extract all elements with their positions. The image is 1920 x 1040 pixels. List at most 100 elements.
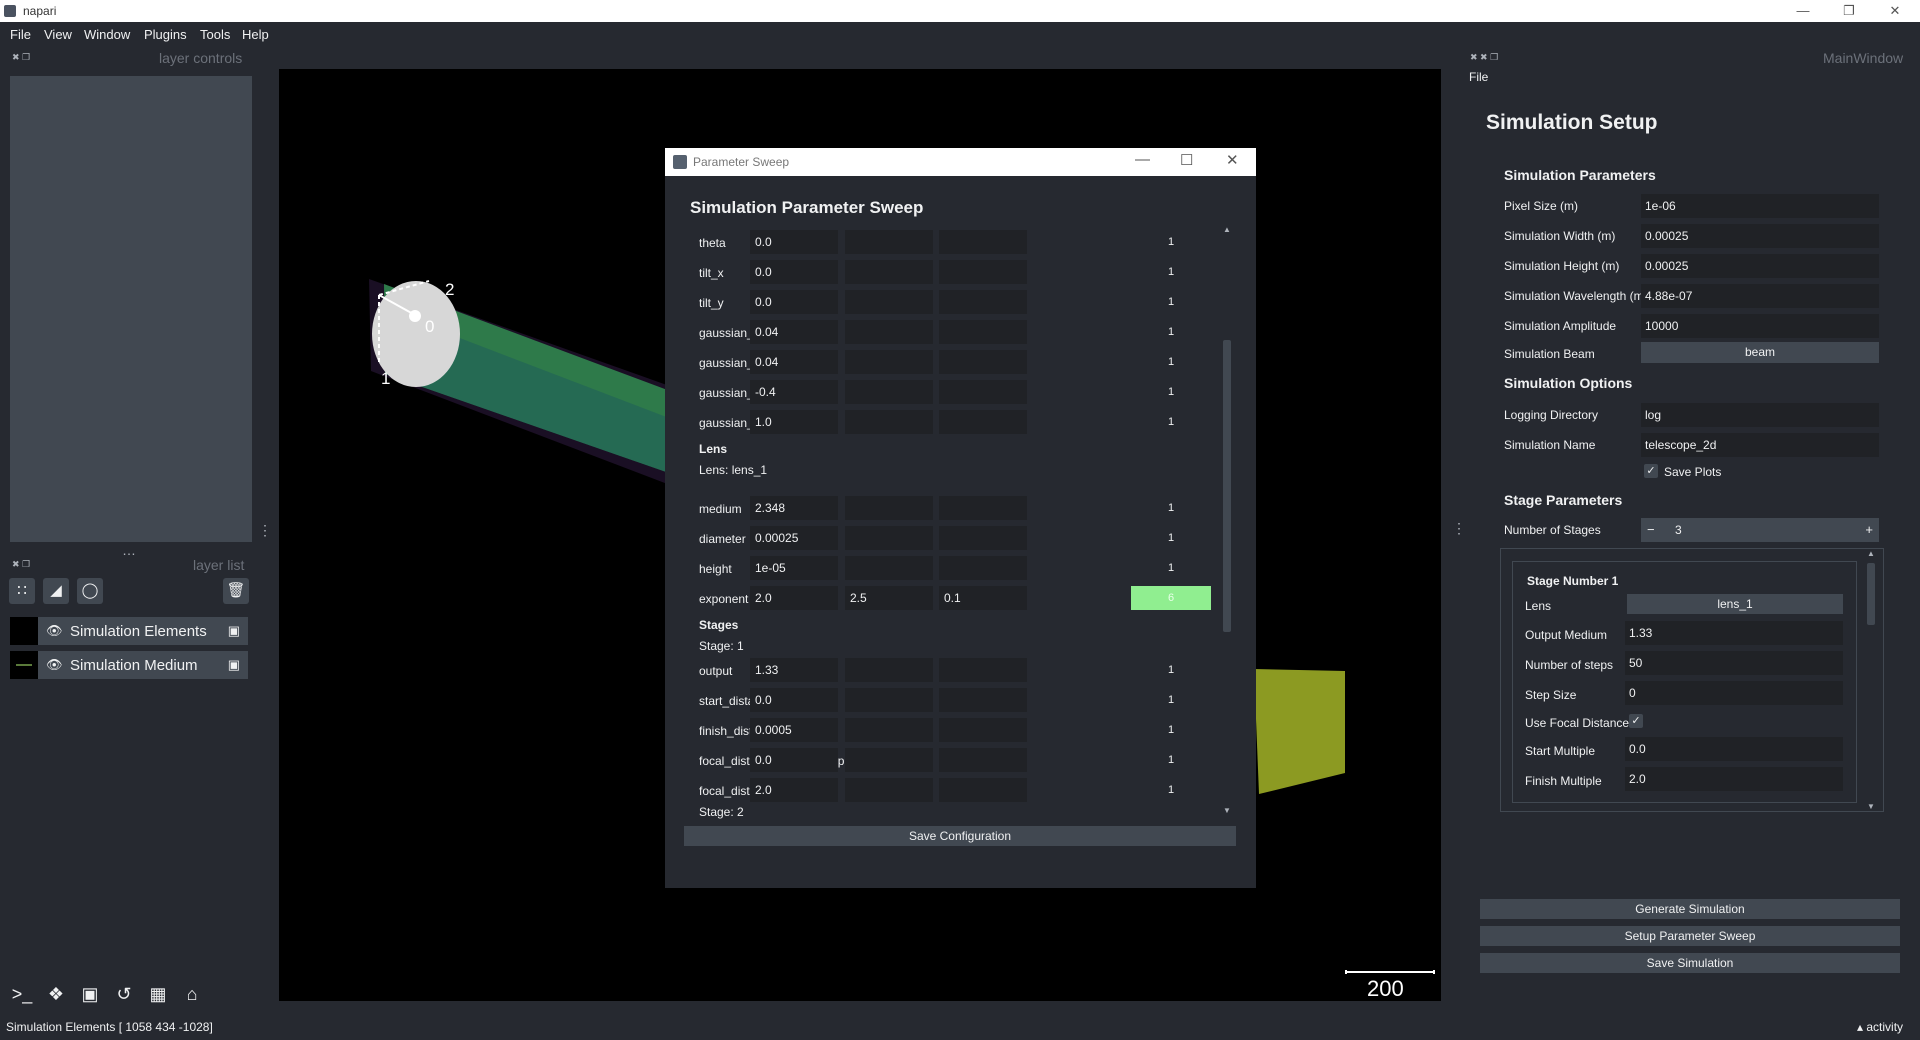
param-stop-input[interactable]: [845, 496, 933, 520]
new-points-layer-icon[interactable]: ∷: [9, 578, 35, 604]
param-stop-input[interactable]: [845, 260, 933, 284]
output-medium-input[interactable]: 1.33: [1625, 621, 1843, 645]
sim-height-input[interactable]: 0.00025: [1641, 254, 1879, 278]
save-configuration-button[interactable]: Save Configuration: [684, 826, 1236, 846]
param-start-input[interactable]: 0.0: [750, 688, 838, 712]
param-start-input[interactable]: 2.0: [750, 586, 838, 610]
ndisplay-3d-icon[interactable]: ❖: [42, 980, 70, 1008]
dock-splitter-icon-2[interactable]: ⋮: [1452, 520, 1466, 537]
menu-plugins[interactable]: Plugins: [144, 27, 187, 42]
param-stop-input[interactable]: [845, 320, 933, 344]
dialog-minimize-icon[interactable]: —: [1135, 151, 1150, 168]
roll-dimensions-icon[interactable]: ▣: [76, 980, 104, 1008]
minimize-icon[interactable]: —: [1780, 0, 1826, 22]
param-step-input[interactable]: [939, 526, 1027, 550]
dock-float-icon-2[interactable]: ✖ ❐: [12, 559, 30, 570]
param-start-input[interactable]: -0.4: [750, 380, 838, 404]
dialog-close-icon[interactable]: ✕: [1226, 151, 1239, 169]
param-step-input[interactable]: [939, 496, 1027, 520]
param-step-input[interactable]: [939, 320, 1027, 344]
dialog-scrollbar[interactable]: ▲ ▼: [1222, 225, 1232, 815]
save-simulation-button[interactable]: Save Simulation: [1480, 953, 1900, 973]
amplitude-input[interactable]: 10000: [1641, 314, 1879, 338]
num-stages-spinbox[interactable]: − 3 +: [1641, 518, 1879, 542]
param-stop-input[interactable]: [845, 526, 933, 550]
home-icon[interactable]: ⌂: [178, 980, 206, 1008]
scroll-down-icon[interactable]: ▼: [1222, 806, 1232, 815]
grid-view-icon[interactable]: ▦: [144, 980, 172, 1008]
splitter-handle-icon[interactable]: …: [122, 542, 136, 558]
param-start-input[interactable]: 0.0: [750, 260, 838, 284]
menu-view[interactable]: View: [44, 27, 72, 42]
param-stop-input[interactable]: [845, 658, 933, 682]
decrement-icon[interactable]: −: [1647, 518, 1655, 542]
param-start-input[interactable]: 2.0: [750, 778, 838, 802]
param-start-input[interactable]: 2.348: [750, 496, 838, 520]
transpose-icon[interactable]: ↺: [110, 980, 138, 1008]
param-step-input[interactable]: [939, 718, 1027, 742]
sim-name-input[interactable]: telescope_2d: [1641, 433, 1879, 457]
param-step-input[interactable]: [939, 380, 1027, 404]
param-stop-input[interactable]: 2.5: [845, 586, 933, 610]
dock-float-icon[interactable]: ✖ ❐: [12, 52, 30, 63]
wavelength-input[interactable]: 4.88e-07: [1641, 284, 1879, 308]
scroll-up-icon[interactable]: ▲: [1866, 549, 1876, 558]
activity-button[interactable]: ▴ activity: [1857, 1020, 1903, 1034]
dialog-maximize-icon[interactable]: ☐: [1180, 151, 1193, 169]
console-icon[interactable]: >_: [8, 980, 36, 1008]
param-step-input[interactable]: [939, 556, 1027, 580]
param-stop-input[interactable]: [845, 410, 933, 434]
layer-row-simulation-elements[interactable]: 👁 Simulation Elements ▣: [10, 617, 248, 645]
param-start-input[interactable]: 0.00025: [750, 526, 838, 550]
pixel-size-input[interactable]: 1e-06: [1641, 194, 1879, 218]
param-step-input[interactable]: [939, 658, 1027, 682]
visibility-eye-icon[interactable]: 👁: [46, 623, 63, 639]
use-focal-distance-checkbox[interactable]: ✓: [1629, 714, 1643, 728]
param-stop-input[interactable]: [845, 778, 933, 802]
param-stop-input[interactable]: [845, 290, 933, 314]
param-stop-input[interactable]: [845, 230, 933, 254]
restore-icon[interactable]: ❐: [1826, 0, 1872, 22]
param-step-input[interactable]: 0.1: [939, 586, 1027, 610]
param-step-input[interactable]: [939, 778, 1027, 802]
dock-float-icon-3[interactable]: ✖ ✖ ❐: [1470, 52, 1498, 63]
param-step-input[interactable]: [939, 410, 1027, 434]
stage-scrollbar[interactable]: ▲ ▼: [1866, 549, 1876, 811]
layer-row-simulation-medium[interactable]: 👁 Simulation Medium ▣: [10, 651, 248, 679]
new-shapes-layer-icon[interactable]: ◢: [43, 578, 69, 604]
logging-dir-input[interactable]: log: [1641, 403, 1879, 427]
param-start-input[interactable]: 1.33: [750, 658, 838, 682]
menu-help[interactable]: Help: [242, 27, 269, 42]
right-file-menu[interactable]: File: [1469, 70, 1488, 84]
param-step-input[interactable]: [939, 290, 1027, 314]
param-stop-input[interactable]: [845, 556, 933, 580]
param-start-input[interactable]: 1e-05: [750, 556, 838, 580]
param-step-input[interactable]: [939, 688, 1027, 712]
param-step-input[interactable]: [939, 260, 1027, 284]
param-start-input[interactable]: 1.0: [750, 410, 838, 434]
dock-splitter-icon[interactable]: ⋮: [258, 522, 272, 539]
sim-width-input[interactable]: 0.00025: [1641, 224, 1879, 248]
setup-parameter-sweep-button[interactable]: Setup Parameter Sweep: [1480, 926, 1900, 946]
delete-layer-icon[interactable]: 🗑: [223, 578, 249, 604]
menu-tools[interactable]: Tools: [200, 27, 230, 42]
step-size-input[interactable]: 0: [1625, 681, 1843, 705]
start-multiple-input[interactable]: 0.0: [1625, 737, 1843, 761]
param-stop-input[interactable]: [845, 688, 933, 712]
menu-file[interactable]: File: [10, 27, 31, 42]
param-start-input[interactable]: 0.04: [750, 350, 838, 374]
param-start-input[interactable]: 0.0005: [750, 718, 838, 742]
param-start-input[interactable]: 0.0: [750, 290, 838, 314]
close-icon[interactable]: ✕: [1872, 0, 1918, 22]
visibility-eye-icon[interactable]: 👁: [46, 657, 63, 673]
param-stop-input[interactable]: [845, 718, 933, 742]
stage-lens-button[interactable]: lens_1: [1627, 594, 1843, 614]
param-stop-input[interactable]: [845, 350, 933, 374]
param-step-input[interactable]: [939, 748, 1027, 772]
num-steps-input[interactable]: 50: [1625, 651, 1843, 675]
increment-icon[interactable]: +: [1865, 518, 1873, 542]
scroll-thumb[interactable]: [1867, 563, 1875, 625]
beam-button[interactable]: beam: [1641, 342, 1879, 363]
param-step-input[interactable]: [939, 350, 1027, 374]
save-plots-checkbox[interactable]: ✓: [1644, 464, 1658, 478]
